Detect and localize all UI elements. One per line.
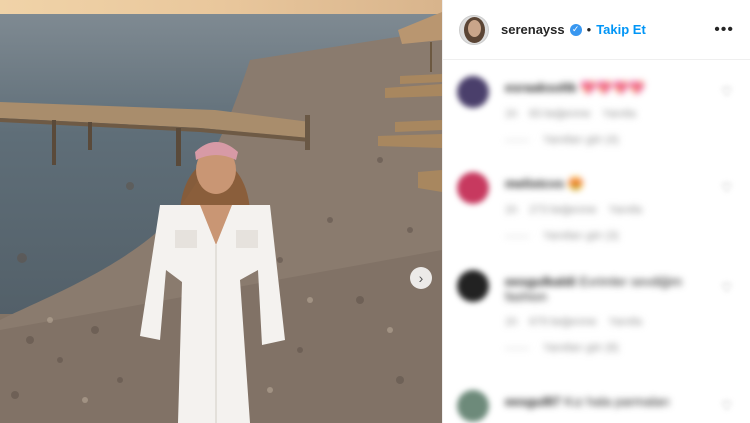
comment-username[interactable]: eesgul87 bbox=[505, 394, 561, 409]
comment-likes[interactable]: 679 beğenme bbox=[529, 316, 596, 328]
comment-time: 1h bbox=[505, 108, 518, 120]
comment-avatar[interactable] bbox=[457, 172, 489, 204]
comment-item: eesgul87 Kız hala parmaları ♡ bbox=[443, 388, 750, 423]
follow-button[interactable]: Takip Et bbox=[596, 22, 646, 37]
post-photo[interactable]: › bbox=[0, 0, 442, 423]
heart-icon[interactable]: ♡ bbox=[721, 180, 733, 195]
comment-username[interactable]: esraaksoltk bbox=[505, 80, 577, 95]
comment-avatar[interactable] bbox=[457, 76, 489, 108]
heart-icon[interactable]: ♡ bbox=[721, 398, 733, 413]
comment-username[interactable]: eesgulkaldi bbox=[505, 274, 576, 289]
comment-text-line2: fashion bbox=[505, 289, 547, 304]
comment-likes[interactable]: 83 beğenme bbox=[529, 108, 590, 120]
comment-avatar[interactable] bbox=[457, 270, 489, 302]
comment-username[interactable]: melistcvs bbox=[505, 176, 564, 191]
chevron-right-icon: › bbox=[418, 270, 424, 286]
next-image-button[interactable]: › bbox=[410, 267, 432, 289]
comment-text: 💖💖💖💖 bbox=[580, 80, 645, 95]
heart-icon[interactable]: ♡ bbox=[721, 280, 733, 295]
post-header: serenayss ✓ • Takip Et ••• bbox=[443, 0, 750, 60]
comment-avatar[interactable] bbox=[457, 390, 489, 422]
comment-item: esraaksoltk 💖💖💖💖 1h 83 beğenme Yanıtla Yan… bbox=[443, 74, 750, 174]
username-link[interactable]: serenayss bbox=[501, 22, 565, 37]
comment-text: Evrimler sevdiğim bbox=[579, 274, 683, 289]
reply-button[interactable]: Yanıtla bbox=[609, 204, 642, 216]
post-sidebar: serenayss ✓ • Takip Et ••• esraaksoltk 💖… bbox=[442, 0, 750, 423]
comment-time: 1h bbox=[505, 204, 518, 216]
more-options-icon[interactable]: ••• bbox=[714, 21, 734, 39]
beach-scene bbox=[0, 12, 442, 423]
comment-time: 1h bbox=[505, 316, 518, 328]
comment-item: eesgulkaldi Evrimler sevdiğim fashion 1h… bbox=[443, 268, 750, 388]
heart-icon[interactable]: ♡ bbox=[721, 84, 733, 99]
comment-item: melistcvs 😍 1h 273 beğenme Yanıtla Yanıtla… bbox=[443, 170, 750, 270]
verified-badge-icon: ✓ bbox=[569, 23, 582, 36]
avatar[interactable] bbox=[459, 14, 489, 45]
view-replies-button[interactable]: Yanıtları gör (8) bbox=[543, 342, 619, 354]
reply-button[interactable]: Yanıtla bbox=[602, 108, 635, 120]
view-replies-button[interactable]: Yanıtları gör (4) bbox=[543, 134, 619, 146]
separator-dot: • bbox=[586, 22, 592, 37]
comment-text: Kız hala parmaları bbox=[564, 394, 670, 409]
view-replies-button[interactable]: Yanıtları gör (3) bbox=[543, 230, 619, 242]
comment-likes[interactable]: 273 beğenme bbox=[529, 204, 596, 216]
comment-text: 😍 bbox=[567, 176, 585, 191]
reply-button[interactable]: Yanıtla bbox=[609, 316, 642, 328]
